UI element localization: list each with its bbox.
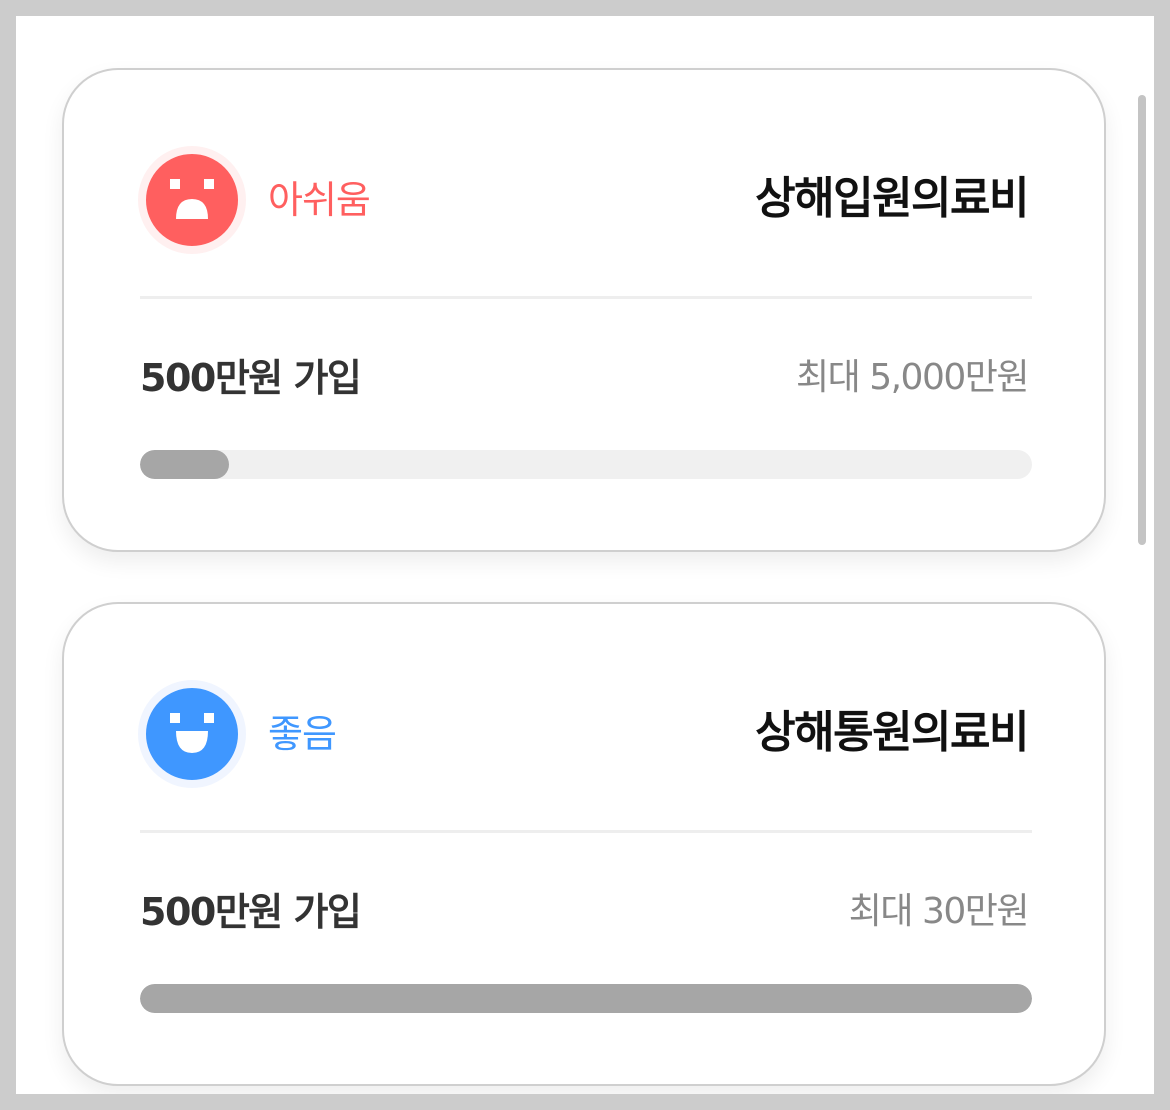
subscribed-amount: 500만원 가입 [140, 890, 362, 934]
coverage-card[interactable]: 좋음 상해통원의료비 500만원 가입 최대 30만원 [62, 602, 1106, 1086]
coverage-progress-fill [140, 450, 230, 479]
divider [140, 296, 1032, 299]
coverage-title: 상해입원의료비 [755, 173, 1029, 224]
coverage-card[interactable]: 아쉬움 상해입원의료비 500만원 가입 최대 5,000만원 [62, 68, 1106, 552]
coverage-progress-bar [140, 450, 1032, 479]
max-amount: 최대 5,000만원 [796, 357, 1029, 398]
sad-face-icon [138, 146, 246, 254]
coverage-progress-fill [140, 984, 1032, 1013]
happy-face-icon [138, 680, 246, 788]
coverage-title: 상해통원의료비 [755, 707, 1029, 758]
scrollbar-thumb[interactable] [1138, 95, 1146, 545]
status-label: 아쉬움 [268, 178, 371, 222]
divider [140, 830, 1032, 833]
status-label: 좋음 [268, 712, 337, 756]
subscribed-amount: 500만원 가입 [140, 356, 362, 400]
coverage-list[interactable]: 아쉬움 상해입원의료비 500만원 가입 최대 5,000만원 좋음 상해통원의… [16, 16, 1154, 1094]
coverage-progress-bar [140, 984, 1032, 1013]
max-amount: 최대 30만원 [848, 891, 1030, 932]
